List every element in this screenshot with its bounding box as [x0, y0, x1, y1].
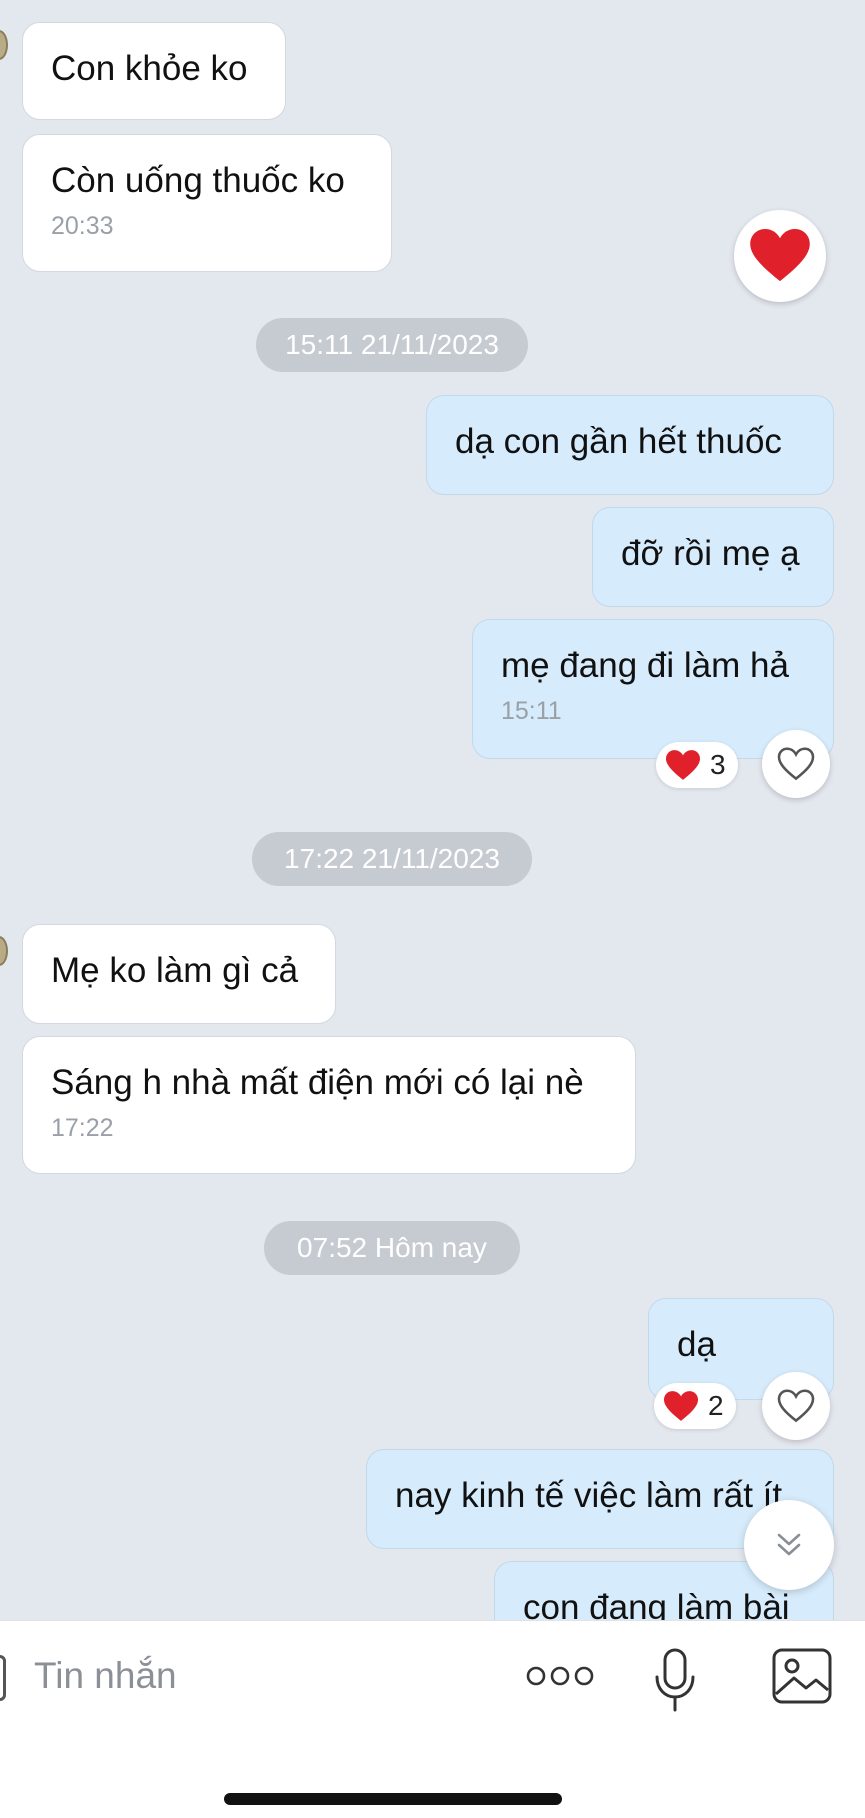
sender-avatar[interactable] [0, 30, 8, 60]
heart-icon [750, 229, 810, 282]
reaction-count-value: 3 [710, 749, 726, 780]
more-button[interactable] [520, 1651, 600, 1701]
reaction-count-value: 2 [708, 1390, 724, 1421]
message-bubble[interactable]: Con khỏe ko [22, 22, 286, 120]
heart-outline-icon [777, 1389, 815, 1423]
reaction-count[interactable]: 3 [656, 742, 738, 788]
message-text: Mẹ ko làm gì cả [51, 951, 299, 990]
chat-area[interactable]: Con khỏe ko Còn uống thuốc ko 20:33 15:1… [0, 0, 865, 1620]
message-text: đỡ rồi mẹ ạ [621, 534, 800, 573]
more-dots-icon [526, 1666, 594, 1686]
message-text: Còn uống thuốc ko [51, 161, 345, 200]
microphone-icon [655, 1648, 695, 1712]
message-input[interactable]: Tin nhắn [34, 1651, 177, 1701]
message-text: con đang làm bài [523, 1588, 790, 1620]
message-bubble[interactable]: Sáng h nhà mất điện mới có lại nè 17:22 [22, 1036, 636, 1174]
message-bubble[interactable]: dạ con gần hết thuốc [426, 395, 834, 495]
date-separator: 15:11 21/11/2023 [256, 318, 528, 372]
scroll-to-bottom-button[interactable] [744, 1500, 834, 1590]
heart-icon [666, 749, 700, 780]
microphone-button[interactable] [650, 1641, 700, 1719]
date-separator: 17:22 21/11/2023 [252, 832, 532, 886]
reaction-count[interactable]: 2 [654, 1383, 736, 1429]
heart-outline-icon [777, 747, 815, 781]
message-text: mẹ đang đi làm hả [501, 646, 789, 685]
message-time: 15:11 [501, 697, 562, 725]
message-text: dạ con gần hết thuốc [455, 422, 782, 461]
date-separator: 07:52 Hôm nay [264, 1221, 520, 1275]
message-bubble[interactable]: đỡ rồi mẹ ạ [592, 507, 834, 607]
image-icon [772, 1648, 832, 1704]
react-button[interactable] [762, 730, 830, 798]
reaction-button[interactable] [734, 210, 826, 302]
message-text: dạ [677, 1325, 716, 1364]
gallery-button[interactable] [770, 1645, 834, 1707]
message-bubble[interactable]: Mẹ ko làm gì cả [22, 924, 336, 1024]
message-text: nay kinh tế việc làm rất ít [395, 1476, 783, 1515]
sticker-icon[interactable] [0, 1655, 6, 1701]
message-time: 20:33 [51, 212, 114, 240]
double-chevron-down-icon [777, 1533, 801, 1556]
message-text: Sáng h nhà mất điện mới có lại nè [51, 1063, 584, 1102]
message-input-bar: Tin nhắn [0, 1620, 865, 1818]
message-bubble[interactable]: Còn uống thuốc ko 20:33 [22, 134, 392, 272]
react-button[interactable] [762, 1372, 830, 1440]
message-time: 17:22 [51, 1114, 114, 1142]
message-text: Con khỏe ko [51, 49, 248, 88]
home-indicator[interactable] [224, 1793, 562, 1805]
sender-avatar[interactable] [0, 936, 8, 966]
heart-icon [664, 1390, 698, 1421]
